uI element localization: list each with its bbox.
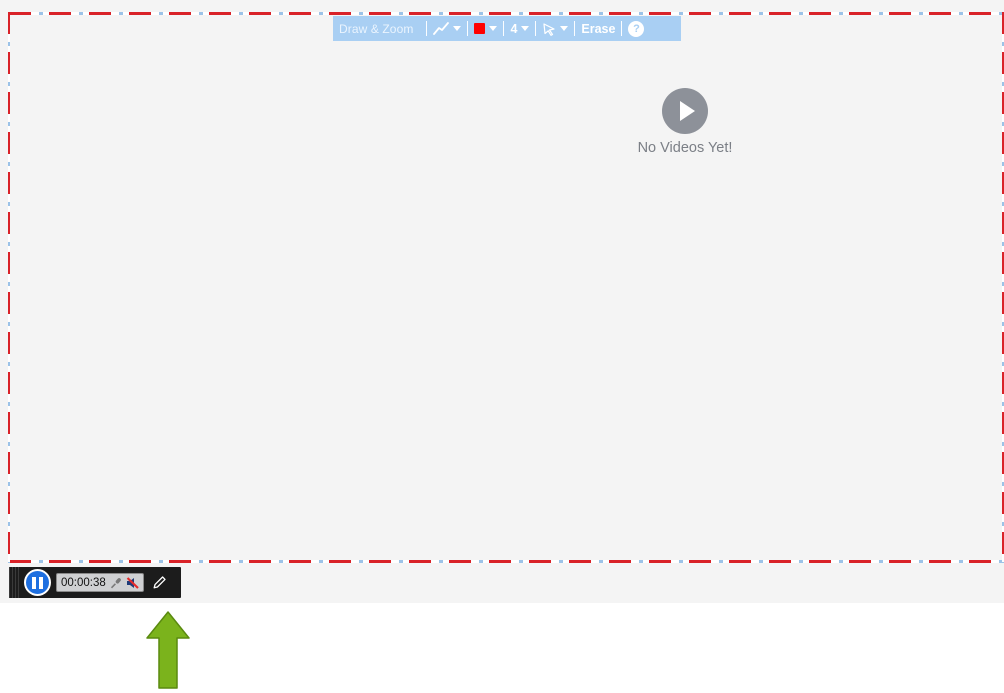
chevron-down-icon: [560, 26, 569, 31]
toolbar-divider: [535, 21, 537, 36]
pointer-dropdown[interactable]: [542, 22, 569, 36]
color-dropdown[interactable]: [474, 23, 498, 34]
drag-handle[interactable]: [9, 567, 21, 598]
pause-icon: [32, 576, 36, 589]
size-dropdown[interactable]: 4: [510, 21, 530, 36]
chevron-down-icon: [453, 26, 462, 31]
draw-tool-dropdown[interactable]: [433, 22, 462, 35]
pencil-icon: [153, 576, 166, 589]
empty-state-message: No Videos Yet!: [637, 140, 733, 156]
chevron-down-icon: [521, 26, 530, 31]
recording-region[interactable]: [8, 12, 1004, 563]
toolbar-title: Draw & Zoom: [339, 21, 414, 36]
help-button[interactable]: ?: [628, 20, 645, 37]
line-draw-icon: [433, 22, 450, 35]
erase-button[interactable]: Erase: [581, 22, 615, 36]
toolbar-divider: [621, 21, 623, 36]
toolbar-divider: [574, 21, 576, 36]
pause-icon: [39, 576, 43, 589]
pointer-icon: [543, 22, 556, 36]
recording-region-bottom-edge[interactable]: [9, 560, 1004, 563]
elapsed-time: 00:00:38: [61, 576, 106, 589]
draw-zoom-toolbar: Draw & Zoom 4 Erase ?: [333, 16, 681, 41]
toolbar-divider: [467, 21, 469, 36]
color-swatch: [474, 23, 486, 34]
recording-region-top-edge[interactable]: [9, 12, 1004, 15]
timer-display: 00:00:38: [56, 573, 144, 592]
pause-button[interactable]: [24, 569, 51, 596]
recorder-control-bar: 00:00:38: [9, 567, 181, 598]
toolbar-divider: [426, 21, 428, 36]
speaker-muted-icon[interactable]: [126, 576, 139, 589]
toolbar-divider: [503, 21, 505, 36]
size-value: 4: [510, 21, 518, 36]
chevron-down-icon: [489, 26, 498, 31]
empty-state: No Videos Yet!: [600, 88, 770, 156]
screen: Draw & Zoom 4 Erase ? No Videos Yet! 00:…: [0, 0, 1004, 693]
callout-arrow: [146, 611, 190, 689]
play-icon: [662, 88, 708, 134]
microphone-icon[interactable]: [110, 577, 122, 589]
draw-button[interactable]: [152, 575, 167, 590]
recording-region-left-edge[interactable]: [8, 12, 10, 563]
